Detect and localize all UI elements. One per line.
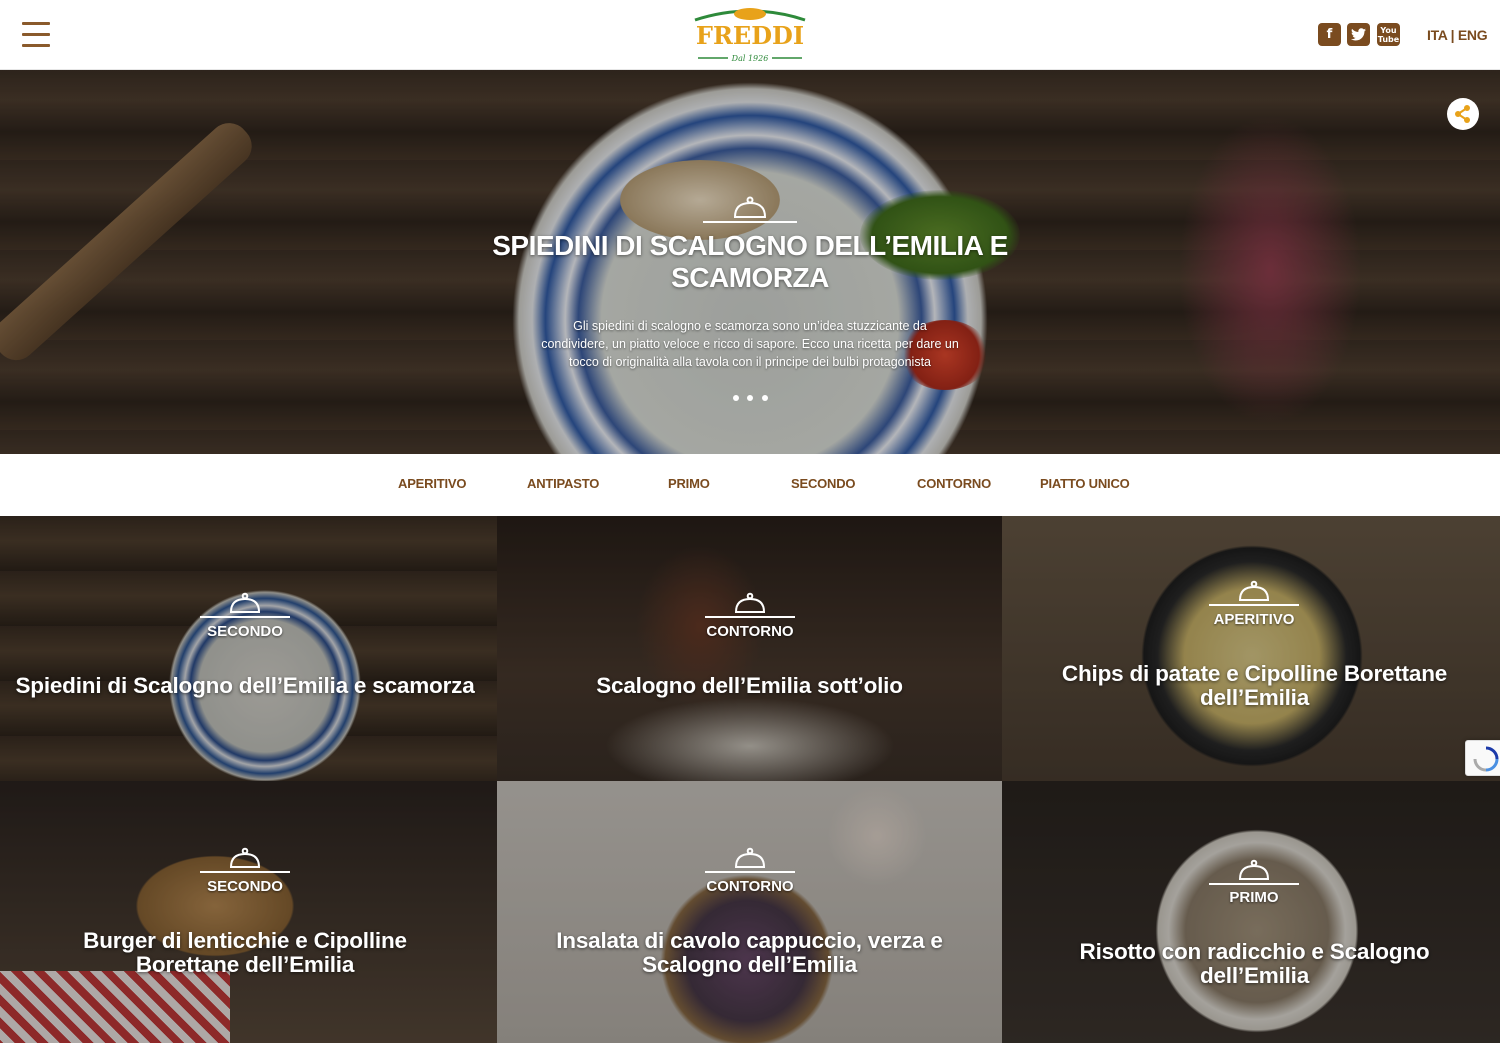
recipe-card[interactable]: SECONDO Spiedini di Scalogno dell’Emilia… bbox=[0, 516, 497, 781]
twitter-icon[interactable] bbox=[1347, 23, 1370, 46]
recipe-category: SECONDO bbox=[207, 623, 283, 640]
recipe-category: APERITIVO bbox=[1213, 611, 1295, 628]
share-icon[interactable] bbox=[1447, 98, 1479, 130]
recipe-overlay bbox=[1002, 516, 1500, 781]
logo-brand: FREDDI bbox=[696, 21, 804, 50]
lang-separator: | bbox=[1447, 27, 1458, 43]
recipe-title[interactable]: Spiedini di Scalogno dell’Emilia e scamo… bbox=[10, 674, 480, 698]
cloche-icon bbox=[200, 592, 290, 618]
recipe-card[interactable]: SECONDO Burger di lenticchie e Cipolline… bbox=[0, 781, 497, 1043]
cloche-icon bbox=[703, 196, 797, 223]
recipe-title[interactable]: Risotto con radicchio e Scalogno dell’Em… bbox=[1022, 940, 1487, 988]
recipe-title[interactable]: Insalata di cavolo cappuccio, verza e Sc… bbox=[512, 929, 987, 977]
recipe-overlay bbox=[497, 516, 1002, 781]
recipe-card[interactable]: APERITIVO Chips di patate e Cipolline Bo… bbox=[1002, 516, 1500, 781]
slider-dot-3[interactable] bbox=[762, 395, 768, 401]
category-primo[interactable]: PRIMO bbox=[668, 476, 710, 491]
recaptcha-badge[interactable] bbox=[1465, 740, 1500, 776]
cloche-icon bbox=[1209, 580, 1299, 606]
recaptcha-icon bbox=[1473, 746, 1499, 772]
hero-slider[interactable]: SPIEDINI DI SCALOGNO DELL’EMILIA E SCAMO… bbox=[0, 70, 1500, 454]
cloche-icon bbox=[1209, 859, 1299, 885]
youtube-icon[interactable]: You Tube bbox=[1377, 23, 1400, 46]
recipe-category: SECONDO bbox=[207, 878, 283, 895]
category-antipasto[interactable]: ANTIPASTO bbox=[527, 476, 599, 491]
share-glyph bbox=[1455, 105, 1470, 123]
logo-since: Dal 1926 bbox=[731, 54, 769, 63]
recipe-category: PRIMO bbox=[1229, 889, 1279, 906]
recipe-title[interactable]: Chips di patate e Cipolline Borettane de… bbox=[1042, 662, 1467, 710]
freddi-logo[interactable]: FREDDI Dal 1926 bbox=[690, 6, 810, 64]
cloche-icon bbox=[705, 592, 795, 618]
category-nav: APERITIVO ANTIPASTO PRIMO SECONDO CONTOR… bbox=[0, 454, 1500, 516]
recipe-title[interactable]: Burger di lenticchie e Cipolline Boretta… bbox=[30, 929, 460, 977]
recipe-overlay bbox=[1002, 781, 1500, 1043]
slider-dot-2[interactable] bbox=[747, 395, 753, 401]
slider-dots bbox=[731, 395, 771, 403]
recipe-card[interactable]: CONTORNO Scalogno dell’Emilia sott’olio bbox=[497, 516, 1002, 781]
facebook-icon[interactable]: f bbox=[1318, 23, 1341, 46]
twitter-bird-glyph bbox=[1351, 28, 1366, 41]
slider-dot-1[interactable] bbox=[733, 395, 739, 401]
recipe-overlay bbox=[497, 781, 1002, 1043]
recipe-category: CONTORNO bbox=[706, 623, 794, 640]
category-piatto-unico[interactable]: PIATTO UNICO bbox=[1040, 476, 1130, 491]
recipe-card[interactable]: CONTORNO Insalata di cavolo cappuccio, v… bbox=[497, 781, 1002, 1043]
recipe-card[interactable]: PRIMO Risotto con radicchio e Scalogno d… bbox=[1002, 781, 1500, 1043]
cloche-icon bbox=[705, 847, 795, 873]
recipe-overlay bbox=[0, 516, 497, 781]
hero-description: Gli spiedini di scalogno e scamorza sono… bbox=[541, 319, 959, 369]
lang-eng[interactable]: ENG bbox=[1458, 27, 1488, 43]
logo-graphic: FREDDI Dal 1926 bbox=[694, 8, 806, 63]
category-contorno[interactable]: CONTORNO bbox=[917, 476, 991, 491]
menu-icon[interactable] bbox=[22, 22, 50, 48]
recipe-title[interactable]: Scalogno dell’Emilia sott’olio bbox=[507, 674, 992, 698]
category-secondo[interactable]: SECONDO bbox=[791, 476, 856, 491]
site-header: FREDDI Dal 1926 f You Tube ITA | ENG bbox=[0, 0, 1500, 70]
recipe-overlay bbox=[0, 781, 497, 1043]
cloche-icon bbox=[200, 847, 290, 873]
category-aperitivo[interactable]: APERITIVO bbox=[398, 476, 466, 491]
language-switcher: ITA | ENG bbox=[1427, 27, 1488, 43]
hero-title[interactable]: SPIEDINI DI SCALOGNO DELL’EMILIA E SCAMO… bbox=[480, 230, 1020, 294]
recipe-category: CONTORNO bbox=[706, 878, 794, 895]
lang-ita[interactable]: ITA bbox=[1427, 27, 1447, 43]
